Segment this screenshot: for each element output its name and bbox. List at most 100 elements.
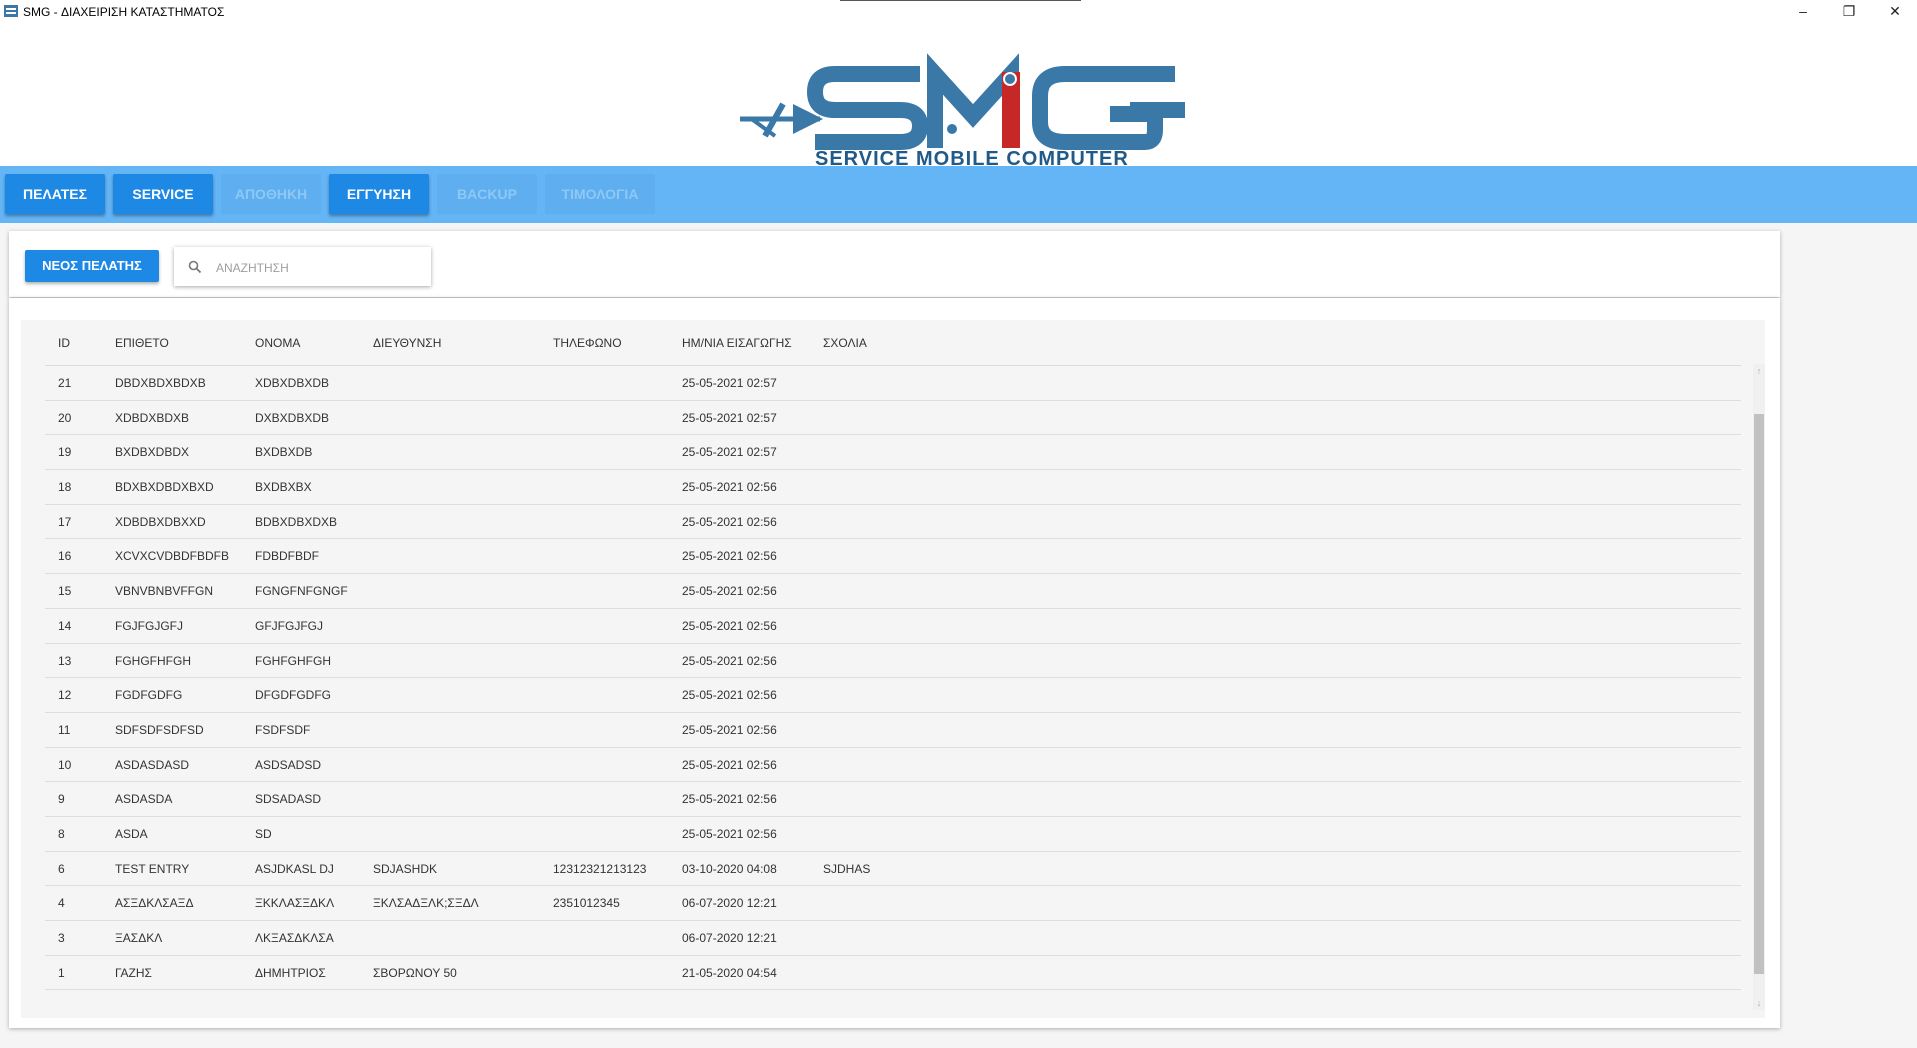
cell-surname: TEST ENTRY bbox=[115, 861, 190, 876]
minimize-button[interactable]: – bbox=[1780, 0, 1826, 24]
column-header-surname[interactable]: ΕΠΙΘΕΤΟ bbox=[115, 336, 169, 350]
cell-id: 4 bbox=[58, 896, 65, 911]
cell-surname: ΞΑΣΔΚΛ bbox=[115, 931, 163, 945]
table-row[interactable]: 11 SDFSDFSDFSD FSDFSDF 25-05-2021 02:56 bbox=[21, 713, 1741, 748]
cell-address: ΣΒΟΡΩΝΟΥ 50 bbox=[373, 965, 457, 980]
cell-name: ΞΚΚΛΑΣΞΔΚΛ bbox=[255, 896, 335, 911]
close-button[interactable]: ✕ bbox=[1872, 0, 1917, 24]
table-row[interactable]: 4 ΑΣΞΔΚΛΣΑΞΔ ΞΚΚΛΑΣΞΔΚΛ ΞΚΛΣΑΔΞΛΚ;ΣΞΔΛ 23510… bbox=[21, 886, 1741, 921]
cell-id: 9 bbox=[58, 792, 65, 807]
search-box[interactable] bbox=[174, 247, 431, 286]
cell-surname: ASDASDA bbox=[115, 792, 173, 807]
table-row[interactable]: 1 ΓΑΖΗΣ ΔΗΜΗΤΡΙΟΣ ΣΒΟΡΩΝΟΥ 50 21-05-2020 04:… bbox=[21, 956, 1741, 991]
cell-id: 8 bbox=[58, 826, 65, 841]
cell-entry-date: 25-05-2021 02:56 bbox=[682, 514, 777, 529]
cell-id: 20 bbox=[58, 410, 72, 425]
maximize-button[interactable]: ❐ bbox=[1826, 0, 1872, 24]
toolbar-card: ΝΕΟΣ ΠΕΛΑΤΗΣ bbox=[9, 231, 1780, 297]
cell-name: BXDBXDB bbox=[255, 445, 313, 460]
scrollbar-thumb[interactable] bbox=[1754, 414, 1764, 974]
cell-surname: XDBDXBDXB bbox=[115, 410, 190, 425]
cell-name: ΛΚΞΑΣΔΚΛΣΑ bbox=[255, 931, 334, 945]
cell-entry-date: 21-05-2020 04:54 bbox=[682, 965, 777, 980]
table-row[interactable]: 16 XCVXCVDBDFBDFB FDBDFBDF 25-05-2021 02:56 bbox=[21, 539, 1741, 574]
cell-id: 6 bbox=[58, 861, 65, 876]
nav-service-button[interactable]: SERVICE bbox=[113, 174, 213, 214]
table-row[interactable]: 3 ΞΑΣΔΚΛ ΛΚΞΑΣΔΚΛΣΑ 06-07-2020 12:21 bbox=[21, 921, 1741, 956]
table-row[interactable]: 17 XDBDBXDBXXD BDBXDBXDXB 25-05-2021 02:56 bbox=[21, 505, 1741, 540]
cell-surname: XCVXCVDBDFBDFB bbox=[115, 549, 230, 564]
cell-id: 14 bbox=[58, 618, 72, 633]
cell-name: FDBDFBDF bbox=[255, 549, 319, 564]
cell-name: DFGDFGDFG bbox=[255, 688, 331, 703]
vertical-scrollbar[interactable]: ↑ ↓ bbox=[1753, 364, 1765, 1010]
cell-name: FGHFGHFGH bbox=[255, 653, 331, 668]
table-row[interactable]: 21 DBDXBDXBDXB XDBXDBXDB 25-05-2021 02:57 bbox=[21, 366, 1741, 401]
cell-comments: SJDHAS bbox=[823, 861, 871, 876]
top-divider bbox=[840, 0, 1081, 1]
smg-logo: SERVICE MOBILE COMPUTER bbox=[740, 53, 1185, 169]
customers-table-card: ID ΕΠΙΘΕΤΟ ΟΝΟΜΑ ΔΙΕΥΘΥΝΣΗ ΤΗΛΕΦΩΝΟ ΗΜ/Ν… bbox=[9, 298, 1780, 1028]
cell-name: XDBXDBXDB bbox=[255, 376, 330, 390]
cell-id: 10 bbox=[58, 757, 72, 772]
cell-entry-date: 25-05-2021 02:56 bbox=[682, 618, 777, 633]
table-body: 21 DBDXBDXBDXB XDBXDBXDB 25-05-2021 02:57 20… bbox=[21, 366, 1741, 991]
cell-surname: BDXBXDBDXBXD bbox=[115, 480, 214, 495]
cell-name: FGNGFNFGNGF bbox=[255, 584, 348, 599]
cell-name: SD bbox=[255, 826, 272, 841]
cell-id: 12 bbox=[58, 688, 72, 703]
main-nav: ΠΕΛΑΤΕΣ SERVICE ΑΠΟΘΗΚΗ ΕΓΓΥΗΣΗ BACKUP Τ… bbox=[0, 166, 1917, 223]
nav-backup-button[interactable]: BACKUP bbox=[437, 174, 537, 214]
nav-customers-button[interactable]: ΠΕΛΑΤΕΣ bbox=[5, 174, 105, 214]
cell-id: 17 bbox=[58, 514, 72, 529]
cell-id: 18 bbox=[58, 480, 72, 495]
customers-table: ID ΕΠΙΘΕΤΟ ΟΝΟΜΑ ΔΙΕΥΘΥΝΣΗ ΤΗΛΕΦΩΝΟ ΗΜ/Ν… bbox=[21, 320, 1765, 1018]
cell-name: ASJDKASL DJ bbox=[255, 861, 334, 876]
cell-phone: 12312321213123 bbox=[553, 861, 647, 876]
table-row[interactable]: 14 FGJFGJGFJ GFJFGJFGJ 25-05-2021 02:56 bbox=[21, 609, 1741, 644]
nav-invoices-button[interactable]: ΤΙΜΟΛΟΓΙΑ bbox=[545, 174, 655, 214]
cell-surname: FGHGFHFGH bbox=[115, 653, 191, 668]
table-row[interactable]: 6 TEST ENTRY ASJDKASL DJ SDJASHDK 1231232121… bbox=[21, 852, 1741, 887]
cell-surname: ASDASDASD bbox=[115, 757, 190, 772]
nav-warehouse-button[interactable]: ΑΠΟΘΗΚΗ bbox=[221, 174, 321, 214]
table-row[interactable]: 20 XDBDXBDXB DXBXDBXDB 25-05-2021 02:57 bbox=[21, 401, 1741, 436]
new-customer-button[interactable]: ΝΕΟΣ ΠΕΛΑΤΗΣ bbox=[25, 250, 159, 282]
cell-surname: VBNVBNBVFFGN bbox=[115, 584, 214, 599]
cell-id: 3 bbox=[58, 931, 65, 945]
cell-address: ΞΚΛΣΑΔΞΛΚ;ΣΞΔΛ bbox=[373, 896, 479, 911]
cell-id: 1 bbox=[58, 965, 65, 980]
table-row[interactable]: 9 ASDASDA SDSADASD 25-05-2021 02:56 bbox=[21, 782, 1741, 817]
scroll-down-arrow-icon[interactable]: ↓ bbox=[1753, 996, 1765, 1010]
table-row[interactable]: 13 FGHGFHFGH FGHFGHFGH 25-05-2021 02:56 bbox=[21, 644, 1741, 679]
cell-id: 16 bbox=[58, 549, 72, 564]
cell-name: SDSADASD bbox=[255, 792, 322, 807]
column-header-id[interactable]: ID bbox=[58, 336, 70, 350]
column-header-name[interactable]: ΟΝΟΜΑ bbox=[255, 336, 300, 350]
cell-name: DXBXDBXDB bbox=[255, 410, 330, 425]
scroll-up-arrow-icon[interactable]: ↑ bbox=[1753, 364, 1765, 378]
cell-entry-date: 25-05-2021 02:56 bbox=[682, 757, 777, 772]
table-row[interactable]: 8 ASDA SD 25-05-2021 02:56 bbox=[21, 817, 1741, 852]
nav-warranty-button[interactable]: ΕΓΓΥΗΣΗ bbox=[329, 174, 429, 214]
column-header-entry-date[interactable]: ΗΜ/ΝΙΑ ΕΙΣΑΓΩΓΗΣ bbox=[682, 336, 792, 350]
cell-name: GFJFGJFGJ bbox=[255, 618, 323, 633]
cell-surname: ΓΑΖΗΣ bbox=[115, 965, 152, 980]
cell-entry-date: 25-05-2021 02:57 bbox=[682, 376, 777, 390]
table-row[interactable]: 15 VBNVBNBVFFGN FGNGFNFGNGF 25-05-2021 02:5… bbox=[21, 574, 1741, 609]
search-input[interactable] bbox=[214, 256, 418, 280]
cell-name: ΔΗΜΗΤΡΙΟΣ bbox=[255, 965, 326, 980]
table-row[interactable]: 12 FGDFGDFG DFGDFGDFG 25-05-2021 02:56 bbox=[21, 678, 1741, 713]
column-header-comments[interactable]: ΣΧΟΛΙΑ bbox=[823, 336, 867, 350]
column-header-phone[interactable]: ΤΗΛΕΦΩΝΟ bbox=[553, 336, 622, 350]
cell-entry-date: 25-05-2021 02:56 bbox=[682, 653, 777, 668]
table-row[interactable]: 19 BXDBXDBDX BXDBXDB 25-05-2021 02:57 bbox=[21, 435, 1741, 470]
search-icon bbox=[188, 260, 202, 274]
cell-entry-date: 25-05-2021 02:56 bbox=[682, 549, 777, 564]
table-row[interactable]: 10 ASDASDASD ASDSADSD 25-05-2021 02:56 bbox=[21, 748, 1741, 783]
table-header: ID ΕΠΙΘΕΤΟ ΟΝΟΜΑ ΔΙΕΥΘΥΝΣΗ ΤΗΛΕΦΩΝΟ ΗΜ/Ν… bbox=[21, 320, 1765, 366]
cell-surname: FGJFGJGFJ bbox=[115, 618, 183, 633]
column-header-address[interactable]: ΔΙΕΥΘΥΝΣΗ bbox=[373, 336, 441, 350]
table-row[interactable]: 18 BDXBXDBDXBXD BXDBXBX 25-05-2021 02:56 bbox=[21, 470, 1741, 505]
cell-entry-date: 25-05-2021 02:56 bbox=[682, 688, 777, 703]
